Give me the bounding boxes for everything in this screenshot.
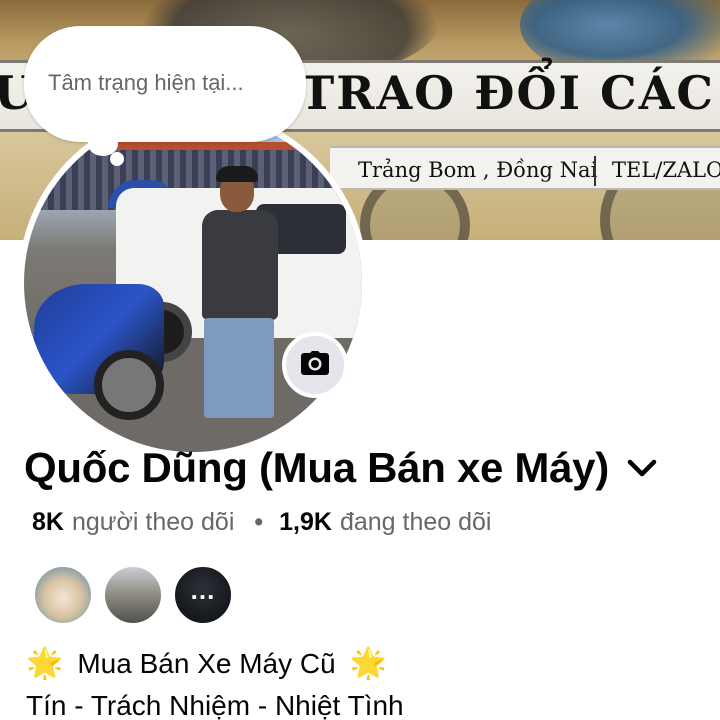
more-icon: ... <box>190 575 216 605</box>
camera-icon <box>301 350 329 380</box>
status-bubble-tail-dot <box>110 152 124 166</box>
star-icon: 🌟 <box>349 647 388 680</box>
following-count[interactable]: 1,9K <box>279 508 332 537</box>
status-placeholder[interactable]: Tâm trạng hiện tại... <box>48 70 244 96</box>
profile-name-row[interactable]: Quốc Dũng (Mua Bán xe Máy) <box>24 444 659 492</box>
cover-divider <box>594 156 596 186</box>
bio-line-1: 🌟 Mua Bán Xe Máy Cũ 🌟 <box>26 646 401 681</box>
photo-person-cap <box>216 166 258 182</box>
stats-separator: • <box>254 508 264 536</box>
cover-banner-text: TRAO ĐỔI CÁC L <box>300 66 720 120</box>
more-friends-button[interactable]: ... <box>172 564 234 626</box>
friend-avatar[interactable] <box>32 564 94 626</box>
profile-picture[interactable] <box>24 114 362 452</box>
change-profile-picture-button[interactable] <box>282 332 348 398</box>
chevron-down-icon[interactable] <box>627 452 659 484</box>
bio-line-2: Tín - Trách Nhiệm - Nhiệt Tình <box>26 690 404 720</box>
profile-stats: 8K người theo dõi • 1,9K đang theo dõi <box>32 508 491 537</box>
star-icon: 🌟 <box>26 647 64 680</box>
friends-avatars: ... <box>32 564 242 626</box>
cover-tel-text: TEL/ZALO : <box>612 158 720 182</box>
profile-name: Quốc Dũng (Mua Bán xe Máy) <box>24 444 609 491</box>
photo-person-legs <box>204 318 274 418</box>
following-label[interactable]: đang theo dõi <box>340 508 492 537</box>
photo-motorbike-wheel <box>94 350 164 420</box>
bio-text-1: Mua Bán Xe Máy Cũ <box>77 647 336 679</box>
followers-label[interactable]: người theo dõi <box>72 508 234 537</box>
photo-person-body <box>202 210 278 320</box>
friend-avatar[interactable] <box>102 564 164 626</box>
followers-count[interactable]: 8K <box>32 508 64 537</box>
cover-location-text: Trảng Bom , Đồng Nai <box>358 158 598 182</box>
